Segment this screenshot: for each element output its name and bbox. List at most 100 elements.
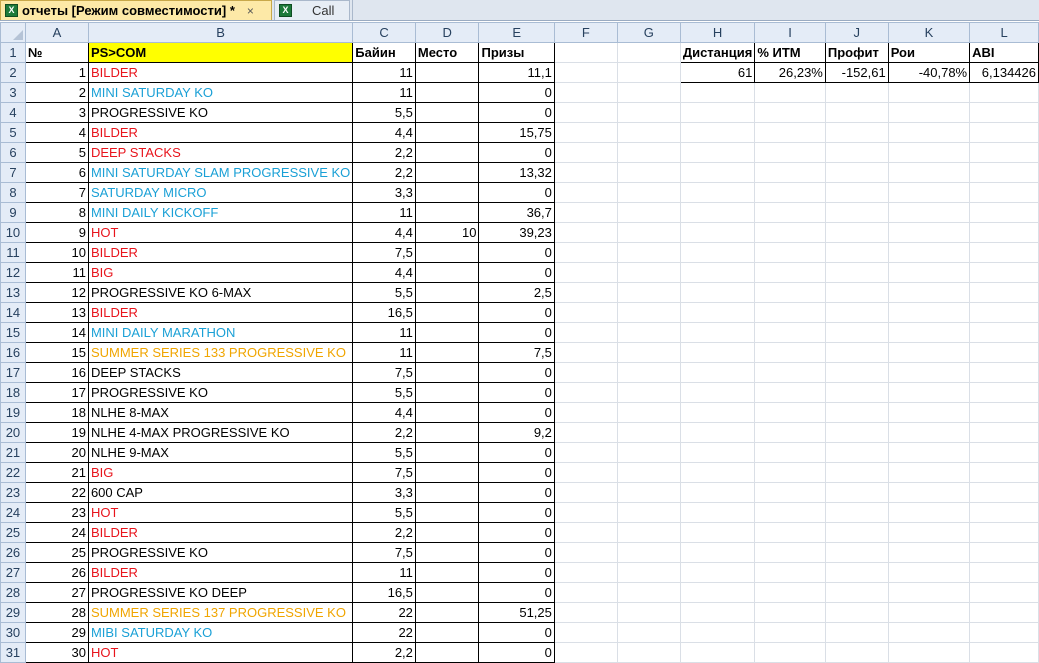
cell-empty[interactable] — [553, 102, 618, 123]
cell-empty[interactable] — [679, 222, 756, 243]
cell-place[interactable] — [414, 322, 480, 343]
cell-prize[interactable]: 0 — [478, 142, 555, 163]
tab-call[interactable]: X Call — [274, 0, 350, 20]
cell-prize[interactable]: 0 — [478, 262, 555, 283]
cell-buyin[interactable]: 3,3 — [352, 182, 416, 203]
cell-empty[interactable] — [824, 262, 889, 283]
cell-empty[interactable] — [824, 342, 889, 363]
cell-number[interactable]: 13 — [24, 302, 89, 323]
cell-empty[interactable] — [969, 422, 1039, 443]
cell-empty[interactable] — [553, 242, 618, 263]
cell-empty[interactable] — [754, 342, 826, 363]
cell-empty[interactable] — [824, 562, 889, 583]
cell-buyin[interactable]: 5,5 — [352, 442, 416, 463]
cell-tournament-name[interactable]: PROGRESSIVE KO — [87, 542, 354, 563]
cell-empty[interactable] — [754, 182, 826, 203]
cell-empty[interactable] — [969, 542, 1039, 563]
row-header-23[interactable]: 23 — [0, 482, 26, 503]
cell-empty[interactable] — [824, 422, 889, 443]
cell-empty[interactable] — [679, 642, 756, 663]
cell-place[interactable] — [414, 242, 480, 263]
cell-empty[interactable] — [616, 402, 681, 423]
cell-number[interactable]: 30 — [24, 642, 89, 663]
row-header-4[interactable]: 4 — [0, 102, 26, 123]
cell-empty[interactable] — [754, 482, 826, 503]
cell-empty[interactable] — [616, 102, 681, 123]
cell-empty[interactable] — [824, 622, 889, 643]
cell-empty[interactable] — [824, 442, 889, 463]
cell-empty[interactable] — [616, 182, 681, 203]
cell-empty[interactable] — [553, 622, 618, 643]
cell-empty[interactable] — [754, 562, 826, 583]
cell-empty[interactable] — [887, 522, 971, 543]
cell-empty[interactable] — [887, 222, 971, 243]
cell-empty[interactable] — [887, 182, 971, 203]
cell-header-prize[interactable]: Призы — [478, 42, 555, 63]
cell-prize[interactable]: 0 — [478, 362, 555, 383]
cell-empty[interactable] — [969, 342, 1039, 363]
row-header-12[interactable]: 12 — [0, 262, 26, 283]
cell-place[interactable] — [414, 442, 480, 463]
row-header-25[interactable]: 25 — [0, 522, 26, 543]
cell-prize[interactable]: 51,25 — [478, 602, 555, 623]
cell-prize[interactable]: 0 — [478, 302, 555, 323]
cell-empty[interactable] — [754, 122, 826, 143]
cell-buyin[interactable]: 5,5 — [352, 502, 416, 523]
cell-empty[interactable] — [969, 222, 1039, 243]
cell-place[interactable] — [414, 362, 480, 383]
cell-empty[interactable] — [824, 202, 889, 223]
cell-empty[interactable] — [887, 162, 971, 183]
cell-place[interactable] — [414, 562, 480, 583]
cell-empty[interactable] — [616, 62, 681, 83]
cell-number[interactable]: 19 — [24, 422, 89, 443]
cell-empty[interactable] — [679, 422, 756, 443]
cell-empty[interactable] — [754, 142, 826, 163]
cell-prize[interactable]: 0 — [478, 522, 555, 543]
cell-empty[interactable] — [553, 122, 618, 143]
cell-prize[interactable]: 13,32 — [478, 162, 555, 183]
tab-otchety[interactable]: X отчеты [Режим совместимости] * × — [0, 0, 272, 20]
column-header-a[interactable]: A — [24, 22, 89, 43]
cell-empty[interactable] — [754, 522, 826, 543]
row-header-22[interactable]: 22 — [0, 462, 26, 483]
cell-buyin[interactable]: 16,5 — [352, 302, 416, 323]
cell-empty[interactable] — [824, 382, 889, 403]
cell-empty[interactable] — [679, 582, 756, 603]
cell-stat-label[interactable]: Профит — [824, 42, 889, 63]
row-header-7[interactable]: 7 — [0, 162, 26, 183]
cell-empty[interactable] — [824, 502, 889, 523]
cell-tournament-name[interactable]: NLHE 9-MAX — [87, 442, 354, 463]
cell-empty[interactable] — [969, 442, 1039, 463]
column-header-e[interactable]: E — [478, 22, 555, 43]
cell-tournament-name[interactable]: BILDER — [87, 302, 354, 323]
cell-place[interactable] — [414, 202, 480, 223]
cell-stat-value[interactable]: 61 — [679, 62, 756, 83]
cell-number[interactable]: 27 — [24, 582, 89, 603]
row-header-18[interactable]: 18 — [0, 382, 26, 403]
spreadsheet-grid[interactable]: A B C D E F G H I J K L 1 № PS>COM Байин Место Призы Диста… — [0, 22, 1039, 663]
cell-number[interactable]: 18 — [24, 402, 89, 423]
cell-empty[interactable] — [754, 162, 826, 183]
cell-prize[interactable]: 0 — [478, 102, 555, 123]
cell-empty[interactable] — [754, 262, 826, 283]
cell-place[interactable] — [414, 182, 480, 203]
cell-empty[interactable] — [887, 562, 971, 583]
cell-tournament-name[interactable]: BIG — [87, 262, 354, 283]
cell-empty[interactable] — [754, 222, 826, 243]
cell-empty[interactable] — [616, 622, 681, 643]
cell-empty[interactable] — [887, 482, 971, 503]
cell-empty[interactable] — [887, 622, 971, 643]
cell-empty[interactable] — [679, 182, 756, 203]
row-header-16[interactable]: 16 — [0, 342, 26, 363]
row-header-1[interactable]: 1 — [0, 42, 26, 63]
cell-empty[interactable] — [969, 302, 1039, 323]
cell-prize[interactable]: 0 — [478, 502, 555, 523]
cell-buyin[interactable]: 7,5 — [352, 462, 416, 483]
cell-empty[interactable] — [679, 402, 756, 423]
cell-place[interactable] — [414, 542, 480, 563]
column-header-f[interactable]: F — [553, 22, 618, 43]
cell-number[interactable]: 15 — [24, 342, 89, 363]
cell-empty[interactable] — [887, 642, 971, 663]
cell-buyin[interactable]: 7,5 — [352, 362, 416, 383]
cell-empty[interactable] — [887, 382, 971, 403]
